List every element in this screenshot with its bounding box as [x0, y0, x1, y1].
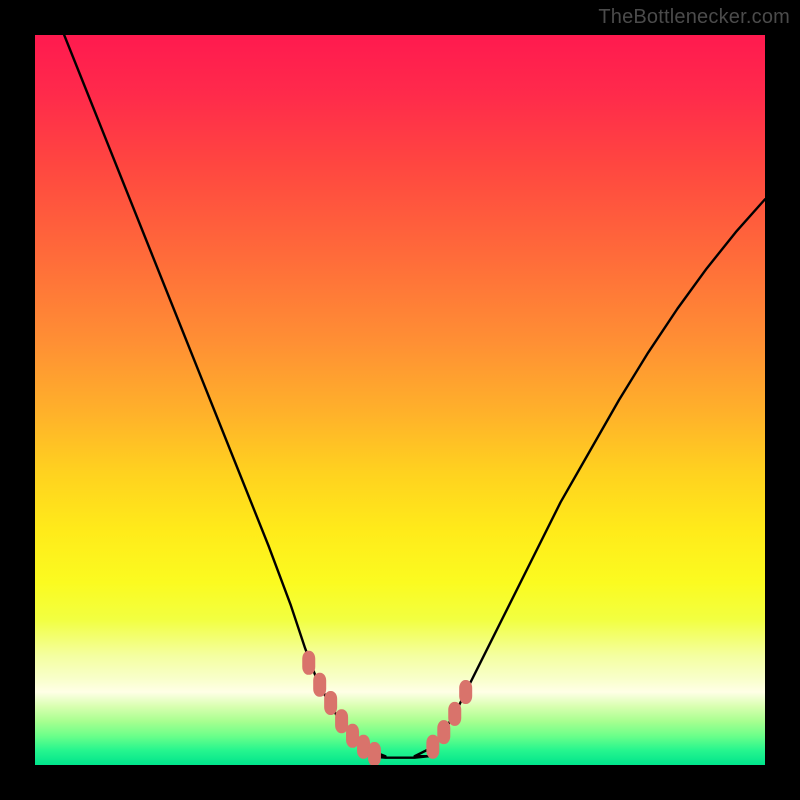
marker-dot: [324, 691, 337, 715]
marker-dot: [313, 673, 326, 697]
plot-area: [35, 35, 765, 765]
curve-layer: [35, 35, 765, 765]
marker-dot: [368, 742, 381, 765]
marker-dot: [437, 720, 450, 744]
watermark-text: TheBottlenecker.com: [598, 6, 790, 29]
left-marker-cluster: [302, 651, 381, 765]
marker-dot: [335, 709, 348, 733]
marker-dot: [426, 735, 439, 759]
chart-frame: TheBottlenecker.com: [0, 0, 800, 800]
right-marker-cluster: [426, 680, 472, 759]
marker-dot: [448, 702, 461, 726]
marker-dot: [459, 680, 472, 704]
bottleneck-curve: [64, 35, 765, 758]
marker-dot: [302, 651, 315, 675]
v-curve: [64, 35, 765, 758]
